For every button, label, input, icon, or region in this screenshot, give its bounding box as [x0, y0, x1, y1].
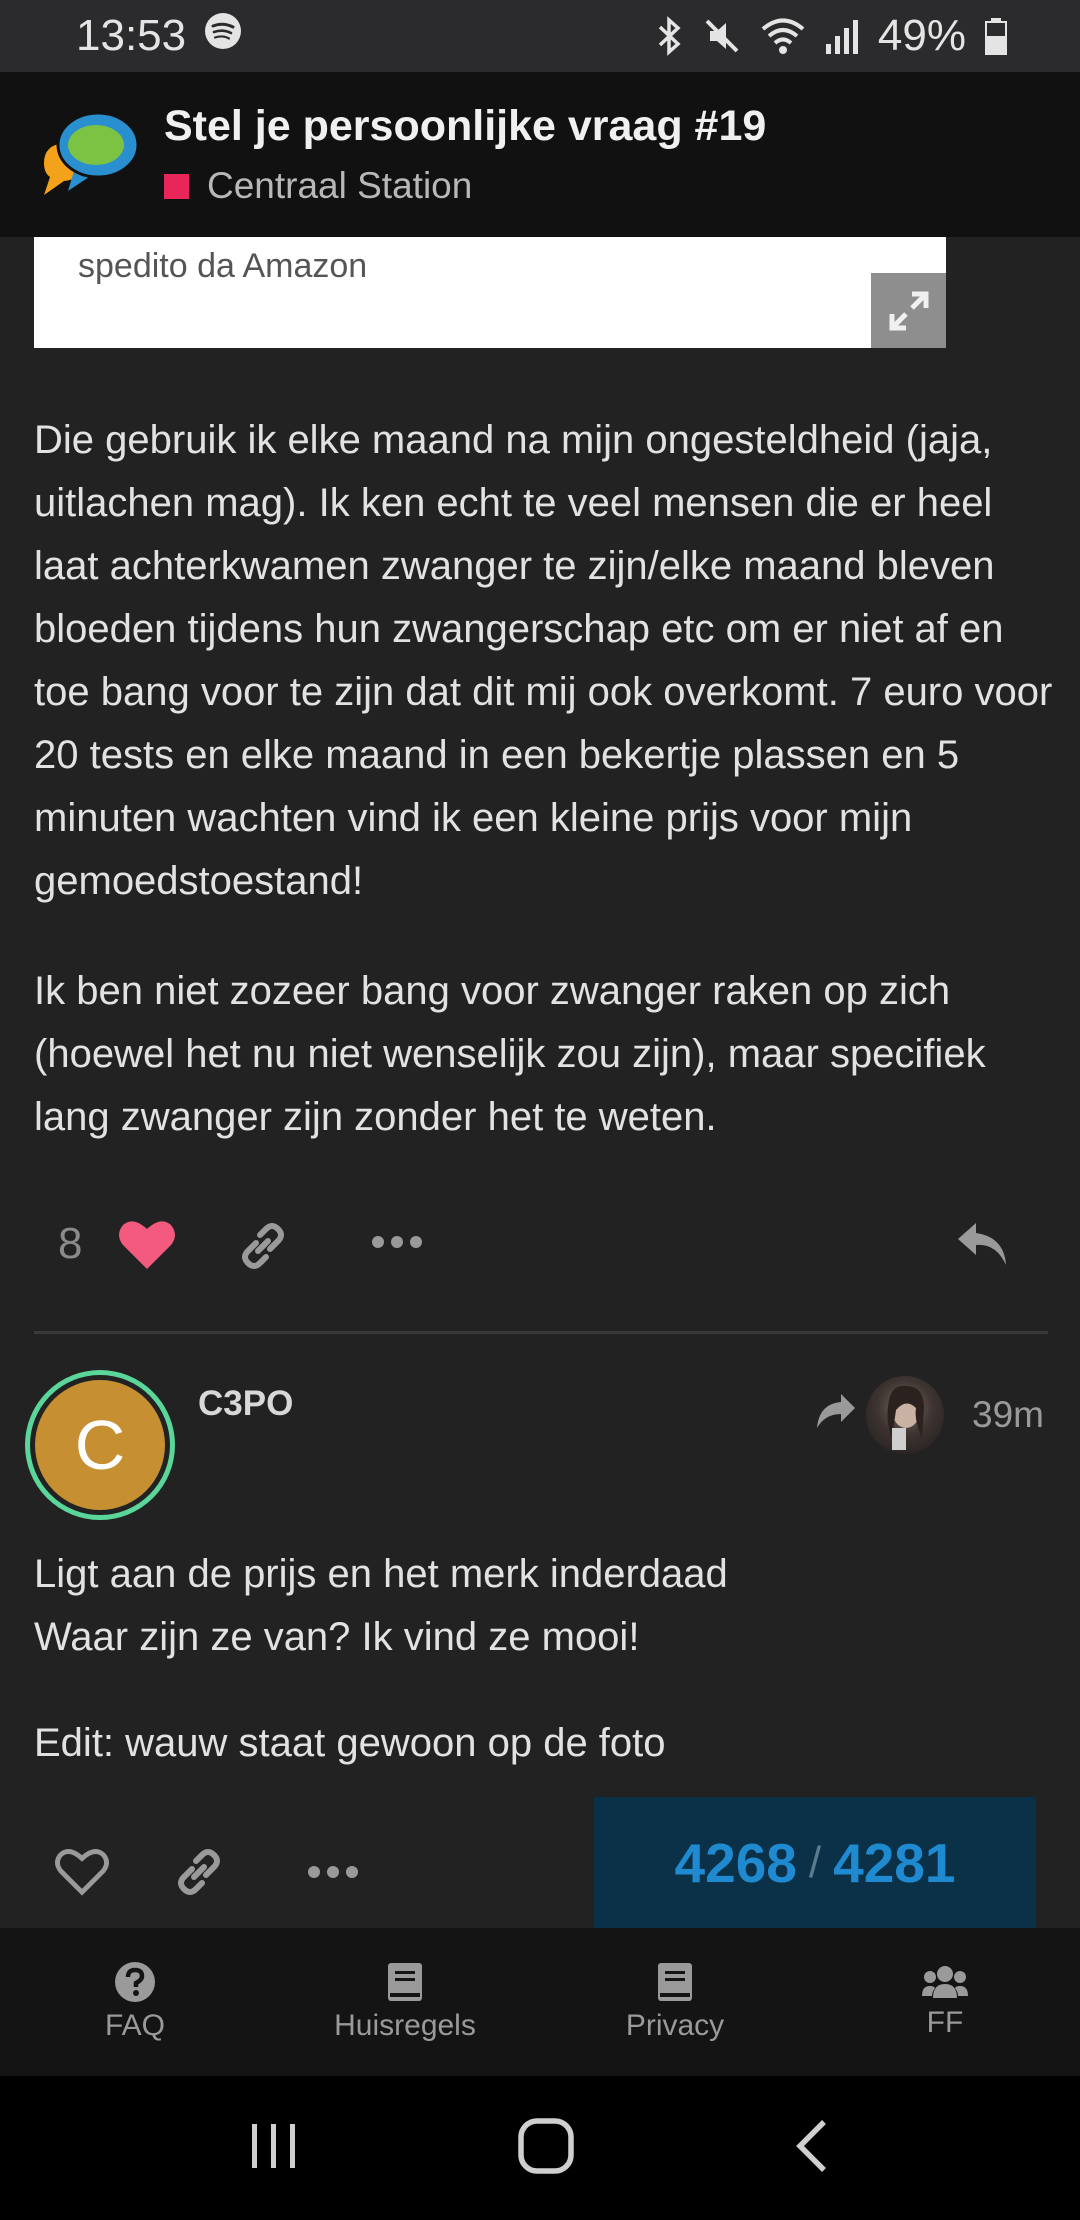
more-options-icon[interactable]: [306, 1863, 360, 1881]
expand-icon: [889, 291, 928, 330]
system-navigation-bar: [0, 2076, 1080, 2220]
avatar[interactable]: C: [25, 1370, 175, 1520]
battery-icon: [984, 16, 1008, 56]
users-icon: [922, 1966, 968, 1998]
reply-to-icon[interactable]: [815, 1392, 857, 1430]
category-label: Centraal Station: [207, 165, 473, 206]
topic-category[interactable]: Centraal Station: [164, 165, 766, 207]
post-edit-line: Edit: wauw staat gewoon op de foto: [34, 1721, 666, 1765]
nav-item-ff[interactable]: FF: [810, 1928, 1080, 2076]
heart-icon[interactable]: [118, 1217, 176, 1271]
mute-icon: [702, 16, 742, 56]
topic-header: Stel je persoonlijke vraag #19 Centraal …: [0, 72, 1080, 237]
embed-caption: spedito da Amazon: [78, 247, 368, 285]
link-icon[interactable]: [170, 1843, 228, 1901]
topic-progress[interactable]: 4268 / 4281: [594, 1797, 1036, 1929]
nav-item-privacy[interactable]: Privacy: [540, 1928, 810, 2076]
battery-percentage: 49%: [877, 11, 966, 60]
question-circle-icon: [115, 1962, 155, 2002]
reply-to-avatar[interactable]: [866, 1376, 944, 1454]
status-time: 13:53: [76, 11, 187, 60]
book-icon: [388, 1963, 422, 2001]
like-count[interactable]: 8: [58, 1219, 82, 1269]
nav-label: FAQ: [104, 2009, 165, 2042]
book-icon: [658, 1963, 692, 2001]
signal-icon: [824, 16, 860, 56]
nav-label: Huisregels: [334, 2009, 476, 2042]
recent-apps-icon[interactable]: [248, 2120, 300, 2177]
home-icon[interactable]: [516, 2116, 576, 2181]
username[interactable]: C3PO: [198, 1384, 293, 1424]
post-paragraph: Ik ben niet zozeer bang voor zwanger rak…: [34, 969, 986, 1139]
bluetooth-icon: [654, 16, 684, 56]
progress-total: 4281: [833, 1832, 956, 1894]
image-embed[interactable]: spedito da Amazon: [34, 237, 946, 348]
expand-image-button[interactable]: [871, 273, 946, 348]
nav-item-huisregels[interactable]: Huisregels: [270, 1928, 540, 2076]
spotify-icon: [204, 11, 242, 61]
topic-title[interactable]: Stel je persoonlijke vraag #19: [164, 102, 766, 151]
post-paragraph: Die gebruik ik elke maand na mijn ongest…: [34, 418, 1053, 903]
nav-label: Privacy: [625, 2009, 725, 2042]
heart-outline-icon[interactable]: [54, 1845, 110, 1897]
back-icon[interactable]: [792, 2118, 832, 2179]
post-timestamp[interactable]: 39m: [972, 1394, 1044, 1436]
bottom-navigation: FAQ Huisregels Privacy FF: [0, 1928, 1080, 2076]
progress-separator: /: [808, 1838, 822, 1887]
status-bar: 13:53 49%: [0, 0, 1080, 72]
post-line: Ligt aan de prijs en het merk inderdaad: [34, 1552, 728, 1596]
post-divider: [34, 1331, 1048, 1334]
post-line: Waar zijn ze van? Ik vind ze mooi!: [34, 1615, 640, 1659]
avatar-letter: C: [35, 1380, 165, 1510]
post-actions: 8: [34, 1207, 1054, 1287]
more-options-icon[interactable]: [370, 1233, 424, 1251]
reply-icon[interactable]: [954, 1219, 1010, 1269]
progress-current: 4268: [674, 1832, 797, 1894]
site-logo[interactable]: [30, 99, 142, 211]
nav-item-faq[interactable]: FAQ: [0, 1928, 270, 2076]
category-color-swatch: [164, 173, 189, 199]
nav-label: FF: [926, 2006, 964, 2039]
link-icon[interactable]: [234, 1217, 292, 1275]
wifi-icon: [760, 16, 806, 56]
